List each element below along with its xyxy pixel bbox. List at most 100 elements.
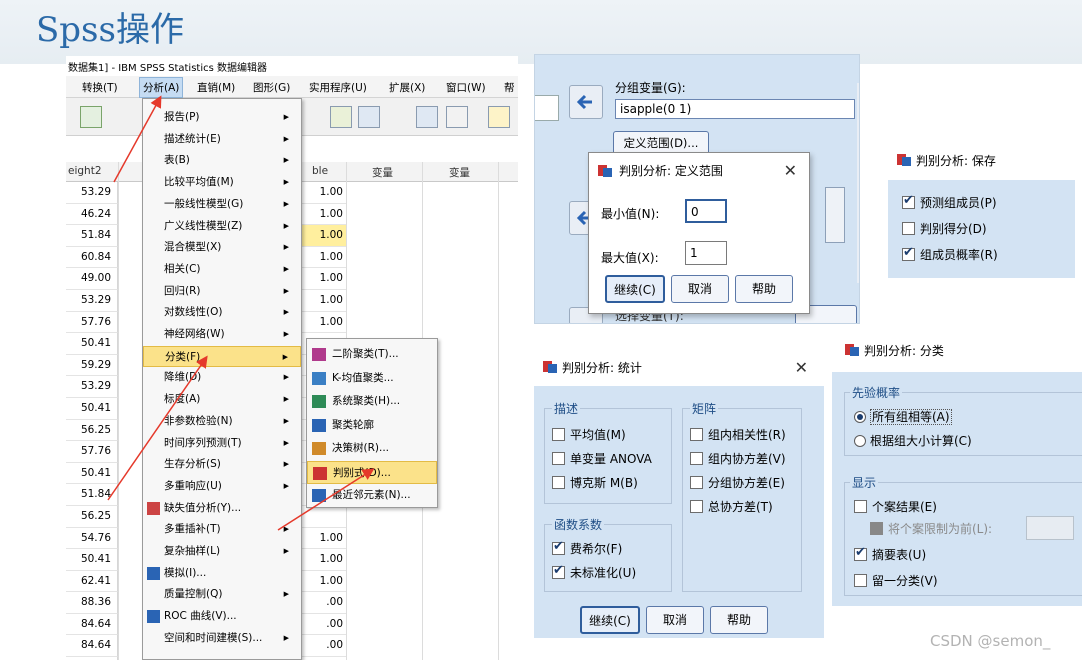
table-cell[interactable]: 50.41 xyxy=(66,333,118,355)
table-cell[interactable]: 51.84 xyxy=(66,484,118,506)
table-cell[interactable]: 59.29 xyxy=(66,354,118,377)
prior-size-radio[interactable] xyxy=(854,435,866,447)
summary-table-checkbox[interactable] xyxy=(854,545,867,561)
table-cell[interactable]: .00 xyxy=(298,635,346,658)
table-cell[interactable]: 1.00 xyxy=(298,225,346,247)
help-button[interactable]: 帮助 xyxy=(735,275,793,303)
continue-button[interactable]: 继续(C) xyxy=(605,275,665,303)
table-cell[interactable]: 50.41 xyxy=(66,462,118,485)
within-cov-checkbox[interactable] xyxy=(690,452,703,465)
menu-item[interactable]: ROC 曲线(V)... xyxy=(143,606,301,628)
submenu-item[interactable]: 聚类轮廓 xyxy=(307,414,437,437)
menu-item[interactable]: 多重响应(U) ▶ xyxy=(143,476,301,498)
table-cell[interactable]: 54.76 xyxy=(66,527,118,550)
menu-item[interactable]: 表(B) ▶ xyxy=(143,150,301,172)
chart-icon[interactable] xyxy=(330,106,352,128)
submenu-item[interactable]: 系统聚类(H)... xyxy=(307,390,437,413)
menu-item[interactable]: 复杂抽样(L) ▶ xyxy=(143,541,301,563)
scale-icon[interactable] xyxy=(446,106,468,128)
table-cell[interactable]: 62.41 xyxy=(66,570,118,593)
menu-help[interactable]: 帮 xyxy=(504,80,515,95)
menu-extensions[interactable]: 扩展(X) xyxy=(389,80,425,95)
table-cell[interactable]: 1.00 xyxy=(298,268,346,290)
menu-window[interactable]: 窗口(W) xyxy=(446,80,486,95)
menu-transform[interactable]: 转换(T) xyxy=(82,80,118,95)
table-cell[interactable]: 56.25 xyxy=(66,419,118,442)
close-icon[interactable]: ✕ xyxy=(784,153,797,189)
table-cell[interactable]: 53.29 xyxy=(66,376,118,398)
menu-item[interactable]: 空间和时间建模(S)... ▶ xyxy=(143,628,301,650)
submenu-item[interactable]: 二阶聚类(T)... xyxy=(307,343,437,366)
within-corr-checkbox[interactable] xyxy=(690,428,703,441)
unstandardized-checkbox[interactable] xyxy=(552,563,565,579)
table-cell[interactable]: .00 xyxy=(298,614,346,636)
table-cell[interactable] xyxy=(298,506,346,528)
table-cell[interactable]: 1.00 xyxy=(298,312,346,334)
table-cell[interactable]: 1.00 xyxy=(298,247,346,269)
menu-item[interactable]: 一般线性模型(G) ▶ xyxy=(143,194,301,216)
move-group-var-button[interactable] xyxy=(569,85,603,119)
box-m-checkbox[interactable] xyxy=(552,476,565,489)
table-cell[interactable]: 50.41 xyxy=(66,549,118,571)
leave-one-out-checkbox[interactable] xyxy=(854,574,867,587)
table-cell[interactable]: 1.00 xyxy=(298,182,346,204)
column-header[interactable]: ble xyxy=(312,165,328,177)
min-value-input[interactable]: 0 xyxy=(685,199,727,223)
submenu-item[interactable]: 决策树(R)... xyxy=(307,437,437,460)
table-cell[interactable]: 88.36 xyxy=(66,592,118,614)
table-cell[interactable]: 1.00 xyxy=(298,571,346,593)
menu-direct-marketing[interactable]: 直销(M) xyxy=(197,80,235,95)
menu-graphs[interactable]: 图形(G) xyxy=(253,80,290,95)
menu-item[interactable]: 广义线性模型(Z) ▶ xyxy=(143,216,301,238)
prior-equal-radio[interactable] xyxy=(854,411,866,423)
submenu-item[interactable]: 最近邻元素(N)... xyxy=(307,484,437,507)
menu-item[interactable]: 缺失值分析(Y)... xyxy=(143,498,301,520)
menu-item[interactable]: 相关(C) ▶ xyxy=(143,259,301,281)
table-cell[interactable]: 51.84 xyxy=(66,225,118,247)
list-scrollbar[interactable] xyxy=(825,187,845,243)
menu-item[interactable]: 对数线性(O) ▶ xyxy=(143,302,301,324)
table-cell[interactable]: 50.41 xyxy=(66,397,118,420)
table-cell[interactable]: 57.76 xyxy=(66,441,118,463)
menu-item[interactable]: 模拟(I)... xyxy=(143,563,301,585)
max-value-input[interactable]: 1 xyxy=(685,241,727,265)
table-cell[interactable]: 49.00 xyxy=(66,268,118,290)
column-header[interactable]: eight2 xyxy=(68,165,102,177)
table-icon[interactable] xyxy=(358,106,380,128)
cancel-button[interactable]: 取消 xyxy=(646,606,704,634)
table-cell[interactable]: 1.00 xyxy=(298,528,346,550)
table-cell[interactable]: 84.64 xyxy=(66,613,118,636)
close-icon[interactable]: ✕ xyxy=(795,350,808,386)
menu-item[interactable]: 回归(R) ▶ xyxy=(143,281,301,303)
group-var-field[interactable]: isapple(0 1) xyxy=(615,99,855,119)
menu-item[interactable]: 标度(A) ▶ xyxy=(143,389,301,411)
menu-item[interactable]: 报告(P) ▶ xyxy=(143,107,301,129)
submenu-item[interactable]: K-均值聚类... xyxy=(307,367,437,390)
membership-prob-checkbox[interactable] xyxy=(902,245,915,261)
menu-item[interactable]: 混合模型(X) ▶ xyxy=(143,237,301,259)
menu-item[interactable]: 比较平均值(M) ▶ xyxy=(143,172,301,194)
table-cell[interactable]: 46.24 xyxy=(66,203,118,226)
grid-icon[interactable] xyxy=(416,106,438,128)
menu-item[interactable]: 描述统计(E) ▶ xyxy=(143,129,301,151)
menu-item[interactable]: 神经网络(W) ▶ xyxy=(143,324,301,346)
anova-checkbox[interactable] xyxy=(552,452,565,465)
table-cell[interactable]: 57.76 xyxy=(66,311,118,334)
separate-cov-checkbox[interactable] xyxy=(690,476,703,489)
menu-item[interactable]: 多重插补(T) ▶ xyxy=(143,519,301,541)
cancel-button[interactable]: 取消 xyxy=(671,275,729,303)
help-button[interactable]: 帮助 xyxy=(710,606,768,634)
total-cov-checkbox[interactable] xyxy=(690,500,703,513)
table-cell[interactable]: 1.00 xyxy=(298,549,346,571)
column-header[interactable]: 变量 xyxy=(449,165,470,180)
menu-item[interactable]: 生存分析(S) ▶ xyxy=(143,454,301,476)
limit-cases-checkbox[interactable] xyxy=(870,522,883,535)
casewise-checkbox[interactable] xyxy=(854,500,867,513)
menu-item[interactable]: 时间序列预测(T) ▶ xyxy=(143,433,301,455)
menu-item[interactable]: 分类(F) ▶ xyxy=(143,345,301,368)
table-cell[interactable]: 1.00 xyxy=(298,290,346,312)
column-header[interactable]: 变量 xyxy=(372,165,393,180)
table-cell[interactable]: 1.00 xyxy=(298,204,346,226)
table-cell[interactable]: 60.84 xyxy=(66,246,118,269)
split-icon[interactable] xyxy=(488,106,510,128)
